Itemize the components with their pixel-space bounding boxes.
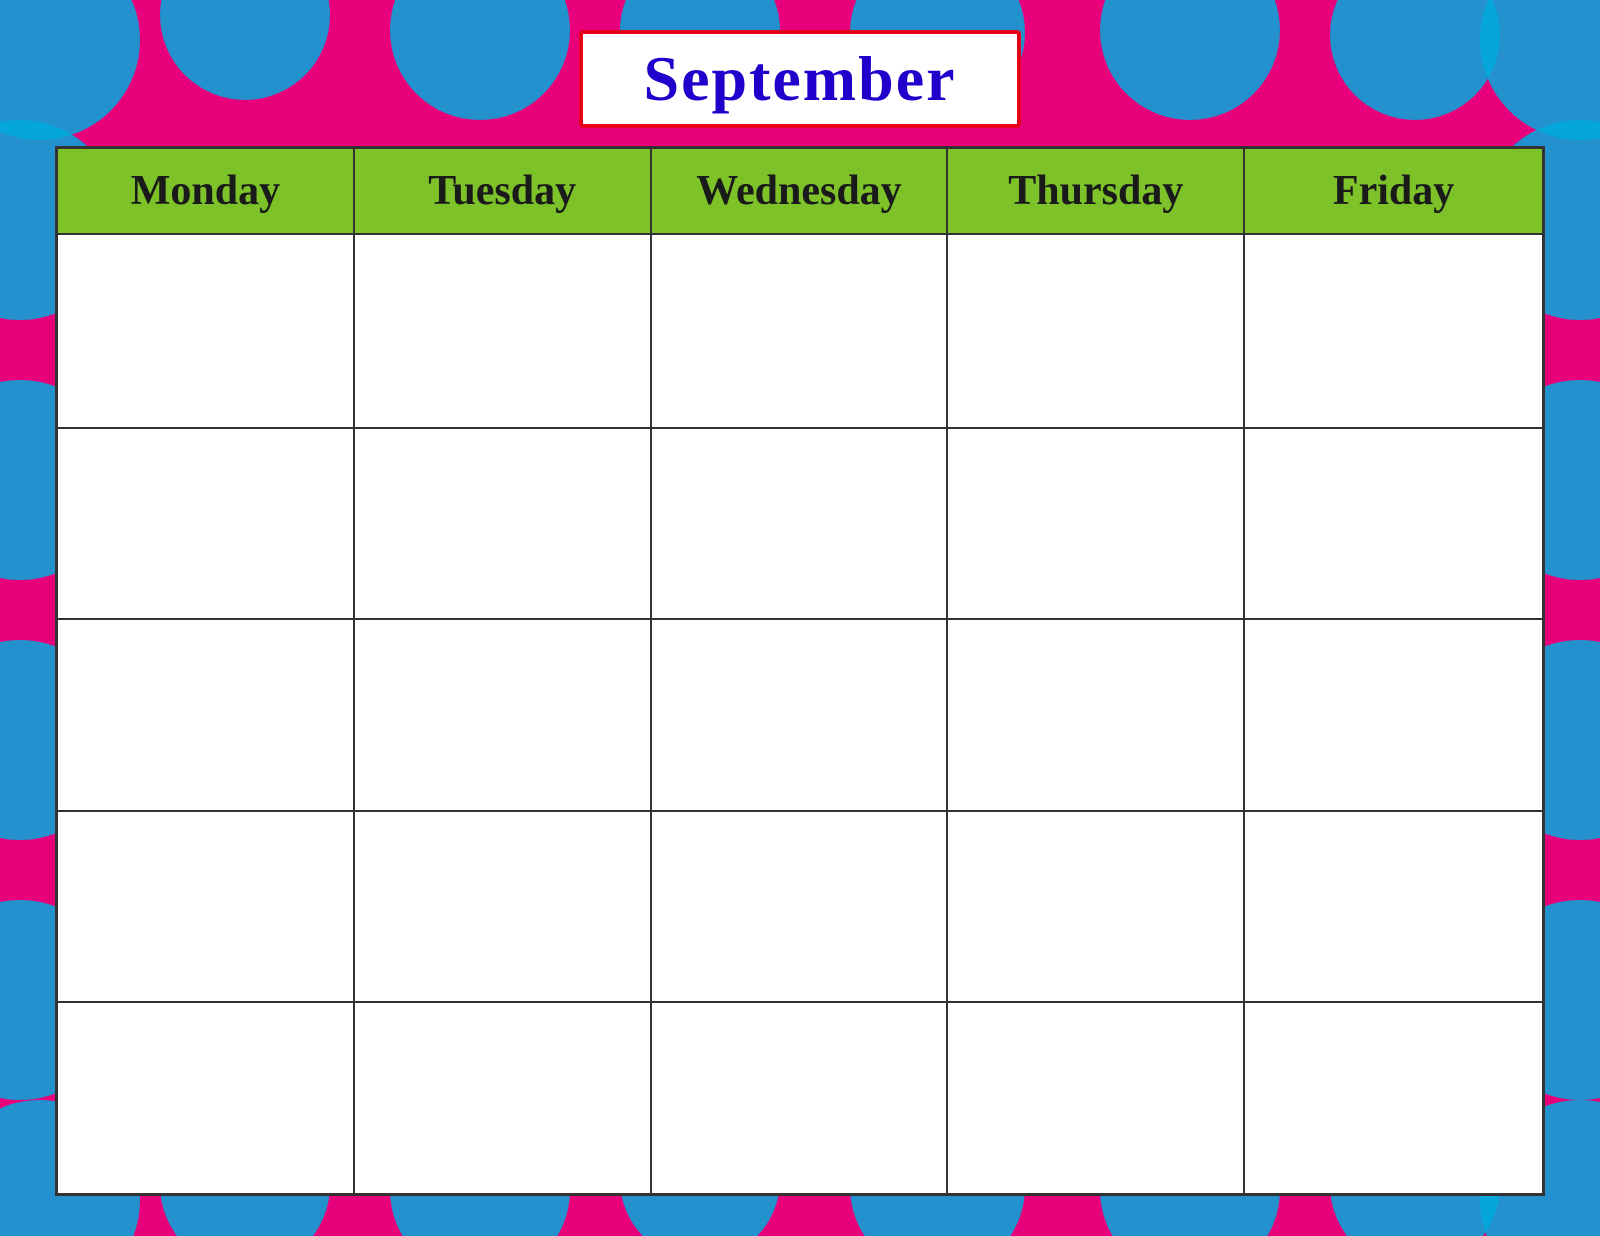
header-cell-monday: Monday <box>58 149 355 235</box>
day-label: Thursday <box>1008 168 1183 214</box>
calendar-cell[interactable] <box>1245 620 1542 810</box>
calendar-cell[interactable] <box>948 1003 1245 1193</box>
calendar-cell[interactable] <box>1245 1003 1542 1193</box>
calendar-cell[interactable] <box>948 429 1245 619</box>
calendar-cell[interactable] <box>652 1003 949 1193</box>
calendar-cell[interactable] <box>58 620 355 810</box>
calendar-cell[interactable] <box>948 812 1245 1002</box>
calendar-row <box>58 427 1542 619</box>
day-label: Tuesday <box>428 168 576 214</box>
calendar-cell[interactable] <box>58 1003 355 1193</box>
calendar-body <box>58 235 1542 1193</box>
header-cell-friday: Friday <box>1245 149 1542 235</box>
calendar-cell[interactable] <box>355 235 652 427</box>
calendar-cell[interactable] <box>1245 812 1542 1002</box>
calendar-cell[interactable] <box>1245 429 1542 619</box>
calendar-row <box>58 810 1542 1002</box>
calendar-row <box>58 235 1542 427</box>
day-label: Monday <box>131 168 280 214</box>
calendar-row <box>58 618 1542 810</box>
calendar-cell[interactable] <box>652 620 949 810</box>
calendar-cell[interactable] <box>948 620 1245 810</box>
header-cell-wednesday: Wednesday <box>652 149 949 235</box>
calendar-cell[interactable] <box>58 812 355 1002</box>
calendar-cell[interactable] <box>948 235 1245 427</box>
title-container: September <box>579 30 1020 128</box>
calendar-cell[interactable] <box>355 620 652 810</box>
calendar-cell[interactable] <box>355 429 652 619</box>
calendar-container: Monday Tuesday Wednesday Thursday Friday <box>55 146 1545 1196</box>
calendar-row <box>58 1001 1542 1193</box>
page-wrapper: September Monday Tuesday Wednesday Thursday… <box>0 0 1600 1236</box>
calendar-cell[interactable] <box>1245 235 1542 427</box>
calendar-cell[interactable] <box>58 235 355 427</box>
calendar-cell[interactable] <box>652 812 949 1002</box>
calendar-cell[interactable] <box>652 429 949 619</box>
calendar-cell[interactable] <box>652 235 949 427</box>
calendar-cell[interactable] <box>355 812 652 1002</box>
header-cell-tuesday: Tuesday <box>355 149 652 235</box>
calendar-title: September <box>643 43 956 114</box>
calendar-header: Monday Tuesday Wednesday Thursday Friday <box>58 149 1542 235</box>
header-cell-thursday: Thursday <box>948 149 1245 235</box>
calendar-cell[interactable] <box>58 429 355 619</box>
calendar-cell[interactable] <box>355 1003 652 1193</box>
day-label: Friday <box>1333 168 1454 214</box>
day-label: Wednesday <box>696 168 901 214</box>
